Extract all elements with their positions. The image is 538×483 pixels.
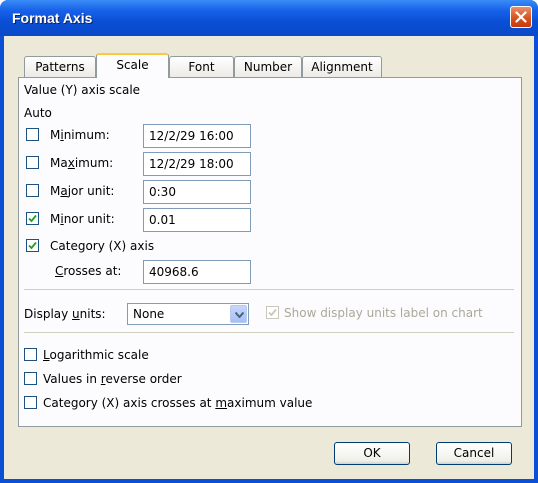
display-units-select[interactable]: None	[127, 303, 249, 325]
display-units-value: None	[133, 307, 165, 321]
separator	[24, 289, 514, 290]
minimum-auto-checkbox[interactable]	[26, 128, 39, 141]
crosses-max-checkbox[interactable]	[24, 396, 37, 409]
tab-label: Patterns	[35, 60, 85, 74]
category-axis-label: Category (X) axis	[50, 239, 155, 253]
tab-label: Font	[188, 60, 215, 74]
minor-unit-label: Minor unit:	[50, 212, 115, 226]
tab-font[interactable]: Font	[169, 56, 234, 77]
logarithmic-scale-checkbox[interactable]	[24, 348, 37, 361]
maximum-label: Maximum:	[50, 156, 114, 170]
crosses-at-label: Crosses at:	[55, 264, 122, 278]
title-bar[interactable]: Format Axis	[0, 0, 538, 36]
chevron-down-icon	[235, 312, 244, 318]
tab-label: Alignment	[311, 60, 373, 74]
scale-panel: Value (Y) axis scale Auto Minimum: 12/2/…	[18, 77, 522, 427]
axis-scale-heading: Value (Y) axis scale	[24, 83, 141, 97]
window-title: Format Axis	[12, 10, 93, 26]
maximum-input[interactable]: 12/2/29 18:00	[143, 152, 251, 176]
dropdown-button[interactable]	[230, 305, 247, 323]
display-units-label: Display units:	[24, 307, 106, 321]
separator	[24, 332, 514, 333]
close-x-icon	[515, 11, 527, 23]
tab-alignment[interactable]: Alignment	[302, 56, 382, 77]
dialog-body: Patterns Scale Font Number Alignment Val…	[4, 36, 534, 479]
show-units-label-text: Show display units label on chart	[284, 306, 483, 320]
close-button[interactable]	[510, 6, 532, 28]
reverse-order-checkbox[interactable]	[24, 372, 37, 385]
show-units-label-checkbox[interactable]	[266, 306, 279, 319]
ok-button[interactable]: OK	[334, 442, 410, 465]
major-unit-input[interactable]: 0:30	[143, 180, 251, 204]
maximum-auto-checkbox[interactable]	[26, 156, 39, 169]
category-axis-auto-checkbox[interactable]	[26, 239, 39, 252]
tab-number[interactable]: Number	[234, 56, 302, 77]
tab-label: Number	[243, 60, 293, 74]
format-axis-dialog: Format Axis Patterns Scale Font Number A…	[0, 0, 538, 483]
check-mark-icon	[28, 241, 37, 250]
crosses-at-input[interactable]: 40968.6	[143, 260, 251, 284]
tab-patterns[interactable]: Patterns	[24, 56, 96, 77]
auto-label: Auto	[24, 106, 52, 120]
reverse-order-label: Values in reverse order	[43, 372, 182, 386]
crosses-max-label: Category (X) axis crosses at maximum val…	[43, 396, 313, 410]
minor-unit-input[interactable]: 0.01	[143, 208, 251, 232]
minor-unit-auto-checkbox[interactable]	[26, 212, 39, 225]
check-mark-icon	[28, 214, 37, 223]
check-mark-icon	[268, 308, 277, 317]
major-unit-label: Major unit:	[50, 184, 115, 198]
major-unit-auto-checkbox[interactable]	[26, 184, 39, 197]
tab-label: Scale	[116, 58, 149, 72]
minimum-label: Minimum:	[50, 128, 110, 142]
logarithmic-scale-label: Logarithmic scale	[43, 348, 149, 362]
tab-scale[interactable]: Scale	[96, 53, 169, 78]
minimum-input[interactable]: 12/2/29 16:00	[143, 124, 251, 148]
cancel-button[interactable]: Cancel	[436, 442, 512, 465]
